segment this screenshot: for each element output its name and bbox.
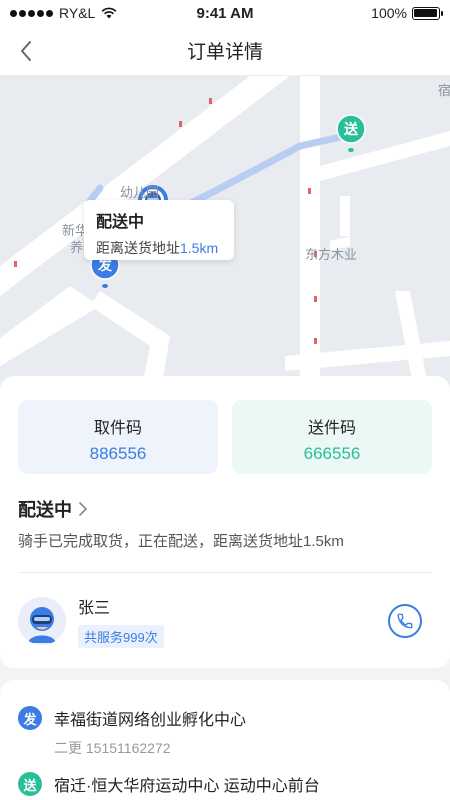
sender-badge: 发 [18,706,42,730]
delivery-code-label: 送件码 [307,420,356,437]
call-rider-button[interactable] [388,604,422,638]
map-view[interactable]: 发 送 幼儿园 新华居委会 养老服务 东方木业 宿 配送中 距离送货地址1.5k… [0,76,450,396]
rider-avatar-icon [18,597,66,645]
rider-info-row: 张三 共服务999次 [18,594,164,648]
sender-name: 幸福街道网络创业孵化中心 [54,712,247,729]
avatar [18,597,66,645]
sender-contact: 二更 15151162272 [54,740,171,756]
order-card: 取件码 886556 送件码 666556 配送中 骑手已完成取货，正在配送，距… [0,376,450,668]
status-bar-left: RY&L [10,5,153,21]
wifi-icon [101,7,117,19]
sender-text: 幸福街道网络创业孵化中心 二更 15151162272 [54,706,246,758]
deliver-marker-label: 送 [343,121,359,138]
page-title: 订单详情 [186,42,263,63]
rider-name: 张三 [78,600,111,617]
back-button[interactable] [14,38,38,64]
map-label-furniture: 东方木业 [305,247,358,262]
delivery-bubble: 配送中 距离送货地址1.5km [84,200,234,260]
battery-percent: 100% [371,5,407,21]
status-bar-right: 100% [297,5,443,21]
deliver-marker-icon: 送 [336,114,366,152]
status-description: 骑手已完成取货，正在配送，距离送货地址1.5km [18,533,344,550]
signal-icon [10,9,53,17]
delivery-code-box: 送件码 666556 [232,400,432,474]
bubble-title: 配送中 [96,214,145,231]
receiver-badge: 送 [18,772,42,796]
rider-served-badge: 共服务999次 [78,625,164,648]
bubble-distance-text: 距离送货地址1.5km [96,238,222,258]
sender-address[interactable]: 发 幸福街道网络创业孵化中心 二更 15151162272 [18,706,246,758]
receiver-text: 宿迁·恒大华府运动中心 运动中心前台 [54,772,320,796]
chevron-left-icon [21,41,31,61]
pickup-code-box: 取件码 886556 [18,400,218,474]
bubble-prefix: 距离送货地址 [96,240,180,256]
receiver-name: 宿迁·恒大华府运动中心 运动中心前台 [54,778,320,795]
status-link[interactable]: 配送中 [18,496,88,522]
nav-bar: 订单详情 [0,26,450,76]
map-label-kindergarten: 幼儿园 [120,185,160,200]
codes-row: 取件码 886556 送件码 666556 [18,400,432,474]
rider-text: 张三 共服务999次 [78,594,164,648]
battery-icon [411,6,443,20]
divider [18,572,432,573]
status-title: 配送中 [18,500,72,520]
phone-icon [397,613,413,629]
status-bar: RY&L 9:41 AM 100% [0,0,450,26]
address-card: 发 幸福街道网络创业孵化中心 二更 15151162272 送 宿迁·恒大华府运… [0,680,450,800]
receiver-address[interactable]: 送 宿迁·恒大华府运动中心 运动中心前台 [18,772,320,796]
carrier-name: RY&L [59,5,96,21]
map-label-edge: 宿 [438,83,450,98]
pickup-code-value: 886556 [89,444,147,463]
delivery-code-value: 666556 [303,444,361,463]
pickup-code-label: 取件码 [93,420,142,437]
bubble-distance: 1.5km [180,240,219,256]
chevron-right-icon [79,502,88,516]
status-time: 9:41 AM [196,4,254,22]
